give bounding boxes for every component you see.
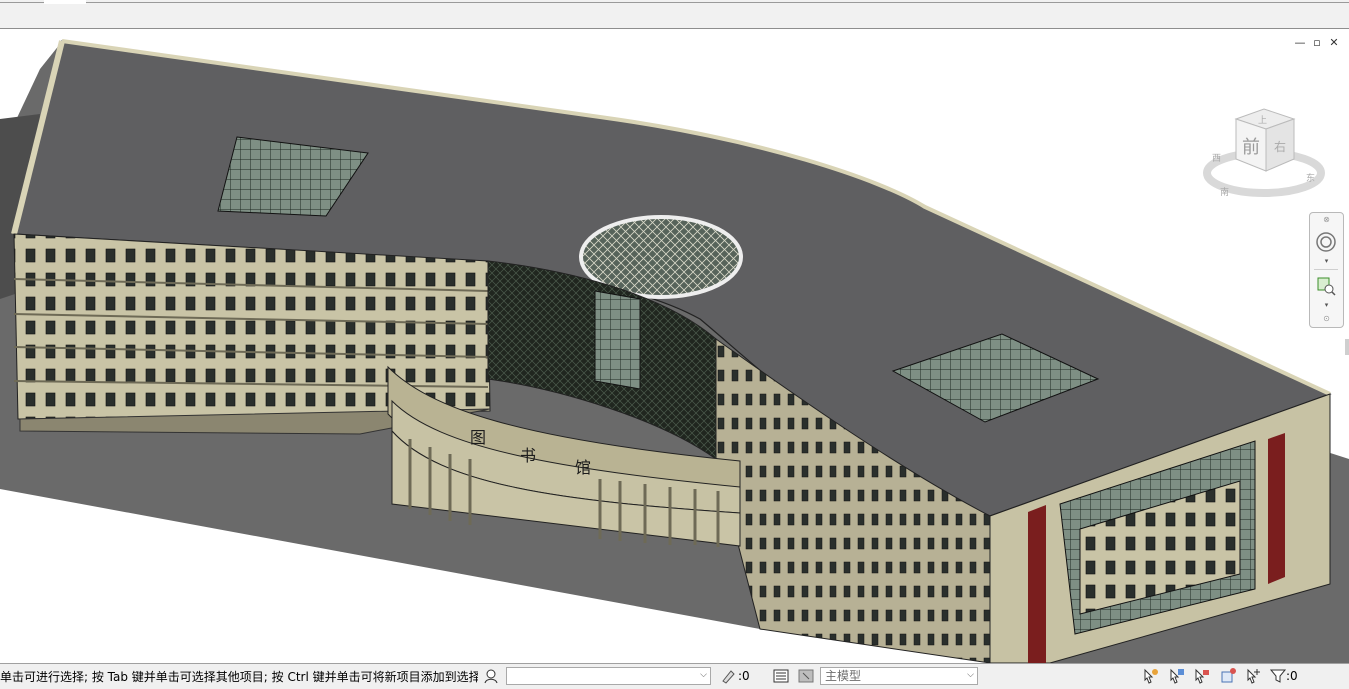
model-combo-value: 主模型: [825, 669, 862, 683]
viewcube-compass-south: 南: [1220, 186, 1229, 198]
navigation-bar[interactable]: ⊗ ▾ ▾ ⊙: [1309, 212, 1344, 328]
central-glass-panel: [594, 290, 641, 390]
3d-view-viewport[interactable]: 图 书 馆 — ▫ ✕ 前 上 右 东 南 西 ⊗ ▾ ▾ ⊙: [0, 29, 1349, 663]
filter-icon[interactable]: [1269, 667, 1287, 685]
select-underlay-icon[interactable]: [1168, 667, 1186, 685]
workset-icon[interactable]: [482, 667, 500, 685]
sign-char-2: 书: [520, 446, 536, 465]
viewport-scroll-handle[interactable]: [1345, 339, 1349, 355]
sign-char-3: 馆: [575, 458, 591, 477]
design-option-select-icon[interactable]: [797, 667, 815, 685]
status-hint-text: 单击可进行选择; 按 Tab 键并单击可选择其他项目; 按 Ctrl 键并单击可…: [0, 670, 478, 684]
viewport-minimize-button[interactable]: —: [1293, 37, 1307, 49]
building-model[interactable]: 图 书 馆: [0, 29, 1349, 663]
filter-count: :0: [1286, 669, 1298, 683]
select-by-face-icon[interactable]: [1219, 667, 1237, 685]
viewport-close-button[interactable]: ✕: [1327, 37, 1341, 49]
viewcube-compass-west: 西: [1212, 153, 1221, 164]
active-tab-indicator[interactable]: [44, 0, 86, 4]
zoom-region-icon[interactable]: [1315, 275, 1337, 297]
navbar-options-icon[interactable]: ⊙: [1322, 314, 1331, 323]
drag-elements-icon[interactable]: [1245, 667, 1263, 685]
viewcube-right-label: 右: [1274, 139, 1286, 154]
select-pinned-icon[interactable]: [1193, 667, 1211, 685]
sign-char-1: 图: [470, 428, 486, 447]
viewcube[interactable]: 前 上 右 东 南 西: [1198, 101, 1330, 211]
chevron-down-icon[interactable]: ⌵: [700, 670, 707, 680]
status-bar: 单击可进行选择; 按 Tab 键并单击可选择其他项目; 按 Ctrl 键并单击可…: [0, 663, 1349, 689]
navbar-close-icon[interactable]: ⊗: [1322, 215, 1331, 224]
viewcube-top-label: 上: [1258, 115, 1267, 126]
editable-count: :0: [738, 669, 750, 683]
steering-wheel-dropdown-icon[interactable]: ▾: [1322, 257, 1331, 265]
design-options-icon[interactable]: [772, 667, 790, 685]
zoom-dropdown-icon[interactable]: ▾: [1322, 301, 1331, 309]
viewport-restore-button[interactable]: ▫: [1310, 37, 1324, 49]
ribbon-edge-line: [0, 2, 1349, 3]
viewcube-compass-east: 东: [1306, 172, 1315, 184]
navbar-separator: [1314, 269, 1338, 270]
editable-only-icon[interactable]: [719, 667, 737, 685]
chevron-down-icon[interactable]: ⌵: [967, 670, 974, 680]
select-links-icon[interactable]: [1142, 667, 1160, 685]
model-combo[interactable]: 主模型 ⌵: [820, 667, 978, 685]
steering-wheel-icon[interactable]: [1315, 231, 1337, 253]
end-block-red-pier: [1028, 505, 1046, 663]
workset-combo[interactable]: ⌵: [506, 667, 711, 685]
viewcube-front-label: 前: [1242, 137, 1260, 158]
ribbon-remnant: [0, 0, 1349, 29]
end-block-red-pier-2: [1268, 433, 1285, 584]
